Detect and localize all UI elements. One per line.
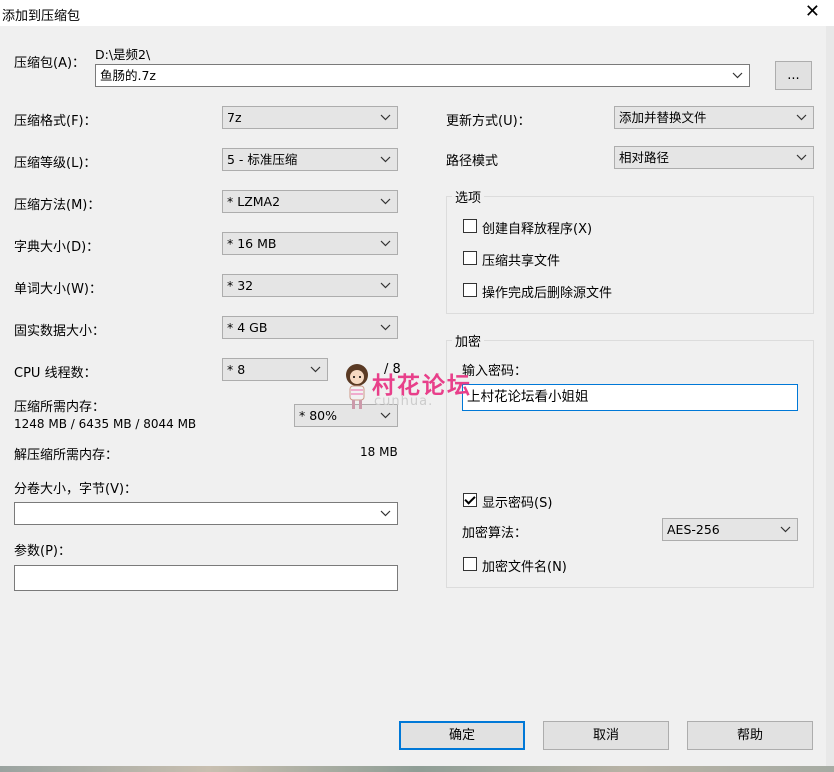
ok-button[interactable]: 确定 xyxy=(399,721,525,750)
archive-name-combo[interactable]: 鱼肠的.7z xyxy=(95,64,750,87)
chevron-down-icon xyxy=(379,149,391,170)
chevron-down-icon xyxy=(731,65,743,86)
format-combo[interactable]: 7z xyxy=(222,106,398,129)
cpu-label: CPU 线程数： xyxy=(14,366,97,381)
word-combo[interactable]: * 32 xyxy=(222,274,398,297)
algo-label: 加密算法： xyxy=(462,526,528,541)
watermark-sub: cunhua. xyxy=(374,394,434,409)
cpu-value: * 8 xyxy=(227,362,246,377)
solid-label: 固实数据大小： xyxy=(14,324,106,339)
split-label: 分卷大小，字节(V)： xyxy=(14,482,138,497)
sfx-label: 创建自释放程序(X) xyxy=(482,222,593,237)
encrypt-title: 加密 xyxy=(452,331,485,350)
mem-label: 压缩所需内存： xyxy=(14,400,106,415)
password-input[interactable]: 上村花论坛看小姐姐 xyxy=(462,384,798,411)
solid-value: * 4 GB xyxy=(227,320,268,335)
params-label: 参数(P)： xyxy=(14,544,71,559)
chevron-down-icon xyxy=(779,519,791,540)
dict-combo[interactable]: * 16 MB xyxy=(222,232,398,255)
chevron-down-icon xyxy=(379,191,391,212)
cancel-button[interactable]: 取消 xyxy=(543,721,669,750)
delete-checkbox[interactable] xyxy=(463,283,477,297)
browse-button[interactable]: ... xyxy=(775,61,812,90)
path-mode-label: 路径模式 xyxy=(446,154,499,169)
solid-combo[interactable]: * 4 GB xyxy=(222,316,398,339)
mem-values: 1248 MB / 6435 MB / 8044 MB xyxy=(14,417,197,431)
chevron-down-icon xyxy=(379,107,391,128)
archive-path: D:\是频2\ xyxy=(95,47,151,62)
options-title: 选项 xyxy=(452,187,485,206)
chevron-down-icon xyxy=(309,359,321,380)
show-password-checkbox[interactable] xyxy=(463,493,477,507)
chevron-down-icon xyxy=(795,147,807,168)
decomp-label: 解压缩所需内存： xyxy=(14,448,119,463)
dict-value: * 16 MB xyxy=(227,236,277,251)
word-value: * 32 xyxy=(227,278,254,293)
split-combo[interactable] xyxy=(14,502,398,525)
decomp-value: 18 MB xyxy=(360,445,398,459)
taskbar-strip xyxy=(0,766,834,772)
encrypt-names-checkbox[interactable] xyxy=(463,557,477,571)
chevron-down-icon xyxy=(379,233,391,254)
mem-percent-value: * 80% xyxy=(299,408,338,423)
level-label: 压缩等级(L)： xyxy=(14,156,97,171)
watermark-mascot xyxy=(340,362,374,416)
word-label: 单词大小(W)： xyxy=(14,282,102,297)
level-combo[interactable]: 5 - 标准压缩 xyxy=(222,148,398,171)
algo-combo[interactable]: AES-256 xyxy=(662,518,798,541)
chevron-down-icon xyxy=(795,107,807,128)
level-value: 5 - 标准压缩 xyxy=(227,152,298,167)
update-label: 更新方式(U)： xyxy=(446,114,531,129)
help-button[interactable]: 帮助 xyxy=(687,721,813,750)
update-combo[interactable]: 添加并替换文件 xyxy=(614,106,814,129)
close-icon[interactable]: ✕ xyxy=(805,2,820,22)
archive-label: 压缩包(A)： xyxy=(14,56,86,71)
method-combo[interactable]: * LZMA2 xyxy=(222,190,398,213)
shared-label: 压缩共享文件 xyxy=(482,254,561,269)
chevron-down-icon xyxy=(379,275,391,296)
encrypt-names-label: 加密文件名(N) xyxy=(482,560,567,575)
chevron-down-icon xyxy=(379,317,391,338)
method-value: * LZMA2 xyxy=(227,194,281,209)
sfx-checkbox[interactable] xyxy=(463,219,477,233)
params-input[interactable] xyxy=(14,565,398,591)
algo-value: AES-256 xyxy=(667,522,720,537)
window-title: 添加到压缩包 xyxy=(2,9,81,24)
delete-label: 操作完成后删除源文件 xyxy=(482,286,613,301)
path-mode-value: 相对路径 xyxy=(619,150,670,165)
update-value: 添加并替换文件 xyxy=(619,110,707,125)
format-value: 7z xyxy=(227,110,242,125)
format-label: 压缩格式(F)： xyxy=(14,114,97,129)
method-label: 压缩方法(M)： xyxy=(14,198,101,213)
chevron-down-icon xyxy=(379,503,391,524)
archive-name-value: 鱼肠的.7z xyxy=(100,68,156,83)
window-edge xyxy=(826,26,834,766)
title-bar xyxy=(0,0,834,26)
shared-checkbox[interactable] xyxy=(463,251,477,265)
path-mode-combo[interactable]: 相对路径 xyxy=(614,146,814,169)
cpu-combo[interactable]: * 8 xyxy=(222,358,328,381)
dict-label: 字典大小(D)： xyxy=(14,240,100,255)
show-password-label: 显示密码(S) xyxy=(482,496,553,511)
